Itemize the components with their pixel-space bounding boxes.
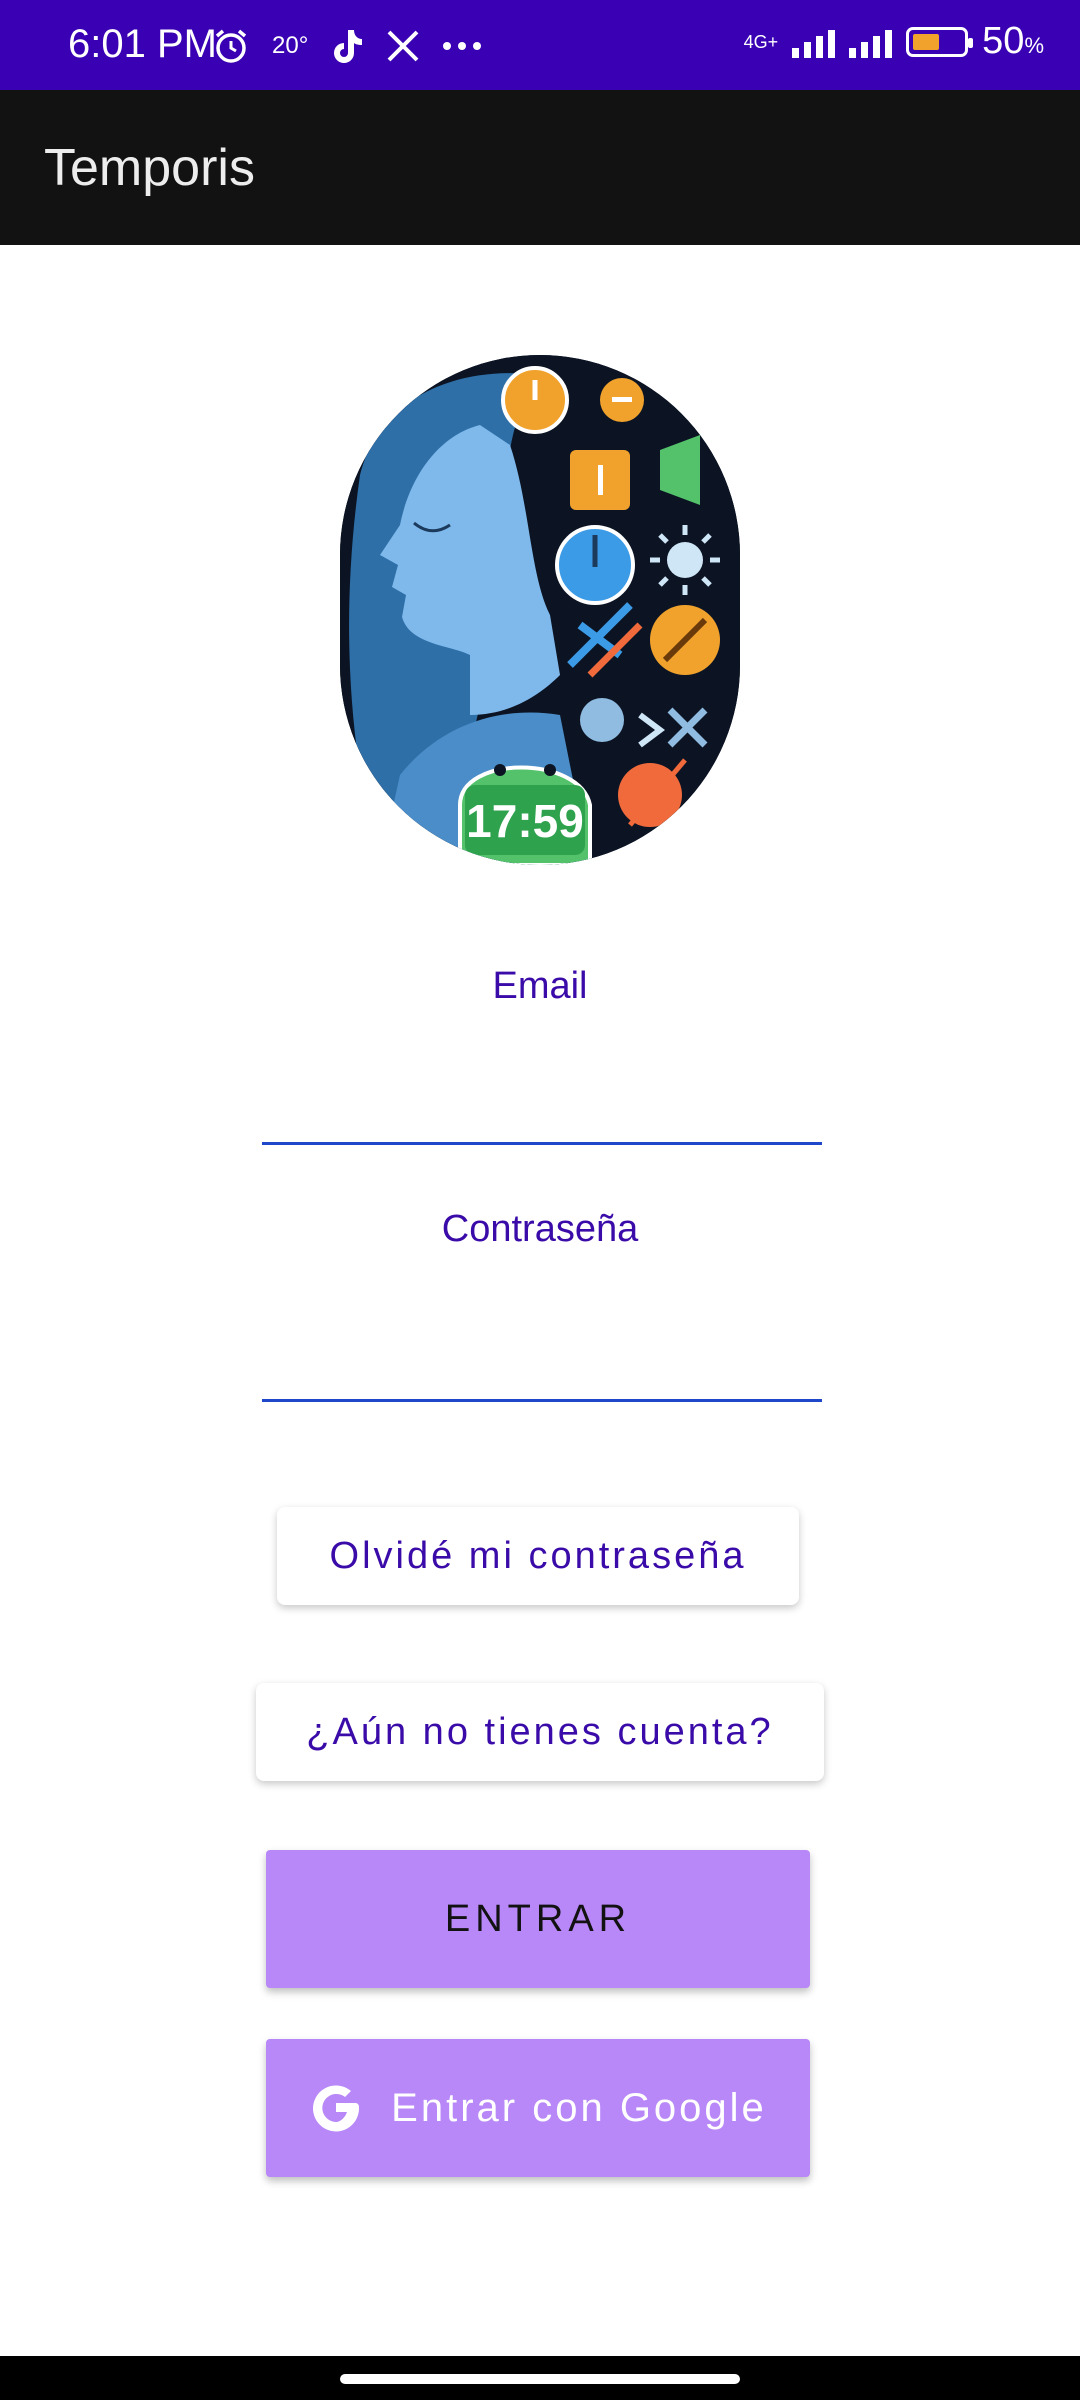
email-label: Email <box>492 965 588 1007</box>
signal-icon <box>792 26 836 58</box>
app-logo: 17:59 <box>340 355 740 865</box>
logo-clock-text: 17:59 <box>466 795 584 847</box>
google-icon <box>313 2085 360 2132</box>
password-field[interactable] <box>262 1337 822 1402</box>
google-login-label: Entrar con Google <box>391 2085 767 2130</box>
app-bar: Temporis <box>0 90 1080 245</box>
navigation-bar <box>0 2356 1080 2400</box>
network-type: 4G+ <box>743 31 779 52</box>
battery-percentage: 50% <box>982 20 1044 62</box>
login-button[interactable]: ENTRAR <box>266 1850 810 1988</box>
status-notification-icons: 20° <box>212 26 482 66</box>
alarm-icon <box>215 29 247 63</box>
battery-icon <box>906 26 974 57</box>
email-field[interactable] <box>262 1080 822 1145</box>
home-gesture-handle[interactable] <box>340 2374 740 2384</box>
app-title: Temporis <box>44 139 255 197</box>
google-login-button[interactable]: Entrar con Google <box>266 2039 810 2177</box>
signal-icon <box>849 26 893 58</box>
password-label: Contraseña <box>441 1208 639 1250</box>
more-dots-icon <box>443 42 482 50</box>
x-icon <box>387 30 419 62</box>
status-bar: 6:01 PM 20° 4G+ 50% <box>0 0 1080 90</box>
status-time: 6:01 PM <box>68 22 217 66</box>
signup-button[interactable]: ¿Aún no tienes cuenta? <box>256 1683 824 1781</box>
status-system-icons: 4G+ 50% <box>744 20 1044 63</box>
signup-label: ¿Aún no tienes cuenta? <box>306 1710 774 1753</box>
forgot-password-label: Olvidé mi contraseña <box>329 1534 747 1577</box>
login-label: ENTRAR <box>444 1897 632 1940</box>
forgot-password-button[interactable]: Olvidé mi contraseña <box>277 1507 799 1605</box>
temperature-text: 20° <box>272 32 309 59</box>
tiktok-icon <box>334 30 363 63</box>
